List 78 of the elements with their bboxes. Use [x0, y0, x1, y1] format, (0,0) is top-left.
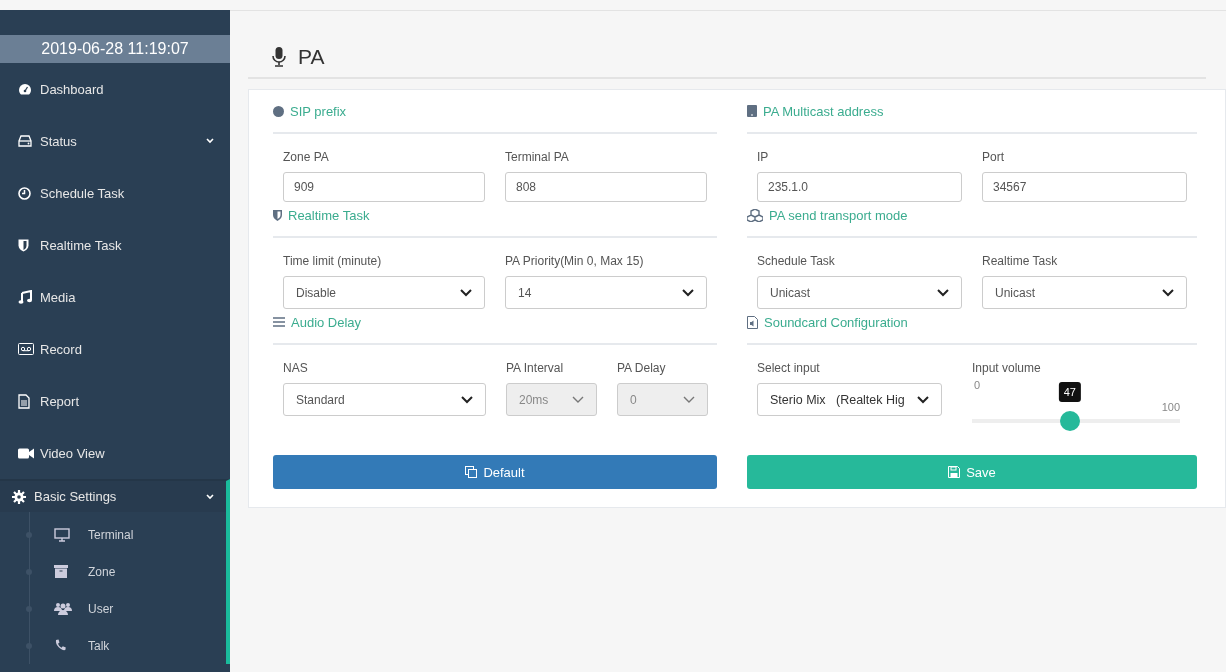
field-label: PA Priority(Min 0, Max 15) [505, 254, 645, 268]
dropdown[interactable]: Unicast [982, 276, 1187, 309]
section-heading: SIP prefix [290, 103, 347, 119]
shield-icon [18, 238, 29, 252]
dropdown[interactable]: Sterio Mix (Realtek Hig [757, 383, 942, 416]
field-label: Terminal PA [505, 150, 570, 164]
sidebar-item[interactable]: Basic Settings [0, 479, 230, 512]
field-label: Schedule Task [757, 254, 836, 268]
voicemail-icon [18, 343, 34, 355]
chevron-down-icon [937, 288, 949, 297]
users-icon [54, 602, 72, 615]
video-camera-icon [18, 447, 34, 459]
microphone-icon [272, 47, 286, 67]
section-heading: Realtime Task [288, 207, 370, 223]
shield-icon [273, 209, 282, 221]
field-label: NAS [283, 361, 309, 375]
chevron-down-icon [682, 288, 694, 297]
page-title: PA [298, 45, 325, 69]
copy-icon [465, 466, 478, 478]
sidebar-item[interactable]: Video View [0, 427, 230, 479]
chevron-down-icon [460, 288, 472, 297]
sidebar-subitem[interactable]: Talk [0, 627, 226, 664]
gauge-icon [18, 83, 32, 95]
sidebar-subitem[interactable]: Terminal [0, 516, 226, 553]
field-label: Realtime Task [982, 254, 1059, 268]
slider-thumb[interactable] [1059, 411, 1080, 431]
sidebar-item[interactable]: Media [0, 271, 230, 323]
sidebar-subitem[interactable]: User [0, 590, 226, 627]
chevron-down-icon [683, 395, 695, 404]
field-label: Select input [757, 361, 821, 375]
text-field[interactable]: 808 [505, 172, 707, 202]
field-label: Port [982, 150, 1005, 164]
audio-file-icon [747, 315, 758, 329]
chevron-down-icon [1162, 288, 1174, 297]
section-heading: PA send transport mode [769, 207, 908, 223]
sidebar-subitem[interactable]: Zone [0, 553, 226, 590]
circle-icon [273, 105, 284, 117]
slider-min-label: 0 [974, 379, 981, 393]
default-button[interactable]: Default [273, 455, 717, 489]
datetime-display: 2019-06-28 11:19:07 [0, 35, 230, 63]
gear-icon [12, 489, 26, 504]
section-heading: PA Multicast address [763, 103, 884, 119]
phone-icon [54, 639, 66, 652]
field-label: PA Interval [506, 361, 565, 375]
tablet-icon [747, 105, 757, 117]
clock-icon [18, 186, 31, 200]
field-label: Time limit (minute) [283, 254, 383, 268]
chevron-down-icon [461, 395, 473, 404]
dropdown[interactable]: Unicast [757, 276, 962, 309]
sidebar-item[interactable]: Schedule Task [0, 167, 230, 219]
monitor-icon [54, 527, 70, 542]
sidebar-item[interactable]: Realtime Task [0, 219, 230, 271]
hard-drive-icon [18, 135, 32, 147]
section-heading: Audio Delay [291, 314, 362, 330]
document-icon [18, 393, 30, 409]
sidebar-item[interactable]: Record [0, 323, 230, 375]
music-note-icon [18, 290, 32, 304]
sidebar-item[interactable]: Dashboard [0, 63, 230, 115]
field-label: PA Delay [617, 361, 667, 375]
text-field[interactable]: 909 [283, 172, 485, 202]
archive-box-icon [54, 565, 68, 578]
value-tooltip: 47 [1058, 382, 1081, 402]
dropdown[interactable]: Disable [283, 276, 485, 309]
sidebar-item[interactable]: Report [0, 375, 230, 427]
text-field[interactable]: 235.1.0 [757, 172, 962, 202]
dropdown[interactable]: 14 [505, 276, 707, 309]
field-label: Zone PA [283, 150, 330, 164]
text-field[interactable]: 34567 [982, 172, 1187, 202]
section-heading: Soundcard Configuration [764, 314, 908, 330]
sidebar-item[interactable]: Status [0, 115, 230, 167]
cubes-icon [747, 208, 763, 222]
menu-icon [273, 317, 285, 327]
chevron-down-icon [572, 395, 584, 404]
chevron-down-icon [917, 395, 929, 404]
field-label: Input volume [972, 361, 1042, 375]
slider-max-label: 100 [1161, 401, 1180, 413]
dropdown[interactable]: Standard [283, 383, 486, 416]
field-label: IP [757, 150, 770, 164]
